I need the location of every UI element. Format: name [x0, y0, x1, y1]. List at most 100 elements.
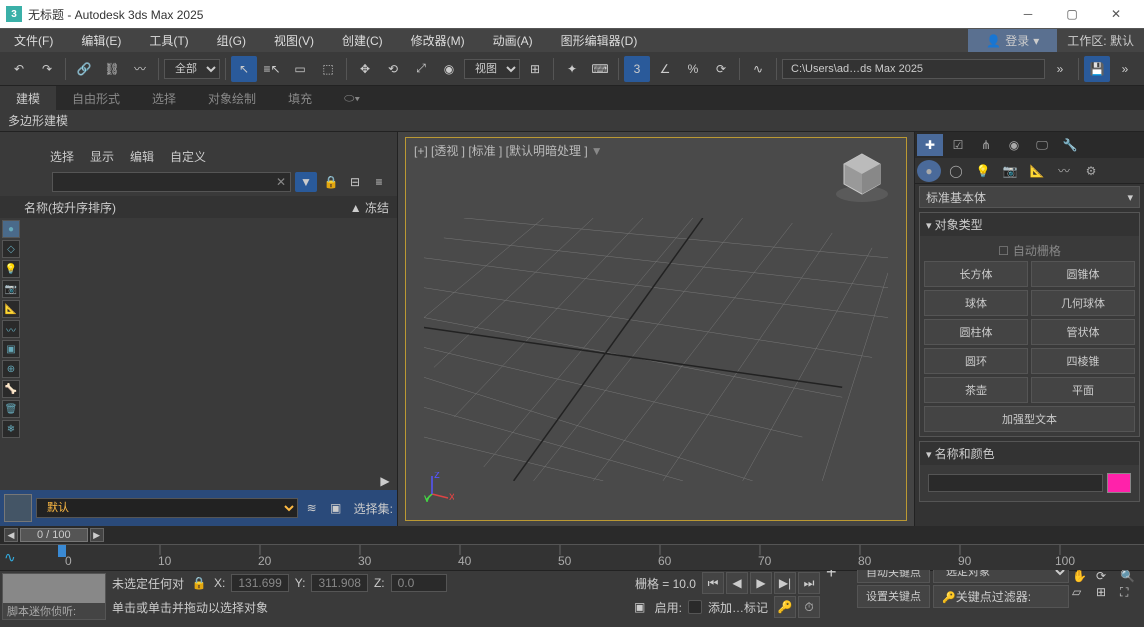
modify-tab[interactable]: ☑	[945, 134, 971, 156]
curve-editor-button[interactable]: ∿	[745, 56, 771, 82]
overflow2-button[interactable]: »	[1112, 56, 1138, 82]
next-frame-button[interactable]: ▶|	[774, 572, 796, 594]
header-freeze-col[interactable]: ▲ 冻结	[350, 199, 389, 216]
select-manipulate-button[interactable]: ✦	[559, 56, 585, 82]
lights-category[interactable]: 💡	[971, 160, 995, 182]
goto-start-button[interactable]: ⏮	[702, 572, 724, 594]
select-by-name-button[interactable]: ≡↖	[259, 56, 285, 82]
se-menu-custom[interactable]: 自定义	[170, 148, 206, 165]
scene-search-input[interactable]: ✕	[52, 172, 291, 192]
viewcube[interactable]	[832, 148, 892, 204]
goto-end-button[interactable]: ⏭	[798, 572, 820, 594]
snap-toggle-button[interactable]: 3	[624, 56, 650, 82]
geosphere-button[interactable]: 几何球体	[1031, 290, 1135, 316]
overflow-button[interactable]: »	[1047, 56, 1073, 82]
select-scale-button[interactable]: ⤢	[408, 56, 434, 82]
menu-view[interactable]: 视图(V)	[260, 29, 328, 52]
minimize-button[interactable]: ─	[1006, 0, 1050, 28]
object-name-input[interactable]	[928, 474, 1103, 492]
menu-animation[interactable]: 动画(A)	[479, 29, 547, 52]
key-filters-button[interactable]: 🔑关键点过滤器:	[933, 585, 1069, 608]
autogrid-checkbox[interactable]: ☐自动栅格	[924, 240, 1135, 261]
polygon-modeling-label[interactable]: 多边形建模	[8, 112, 68, 129]
enable-checkbox[interactable]	[688, 600, 702, 614]
primitive-type-select[interactable]: 标准基本体▾	[919, 186, 1140, 208]
object-type-header[interactable]: ▾ 对象类型	[920, 213, 1139, 236]
save-button[interactable]: 💾	[1084, 56, 1110, 82]
rect-select-region-button[interactable]: ▭	[287, 56, 313, 82]
viewport-label[interactable]: [+] [透视 ] [标准 ] [默认明暗处理 ] ▼	[414, 142, 603, 159]
set-key-mode-button[interactable]: 设置关键点	[857, 585, 930, 608]
layer-props-button[interactable]: ≋	[302, 498, 322, 518]
filter-bones-icon[interactable]: 🦴	[2, 380, 20, 398]
angle-snap-button[interactable]: ∠	[652, 56, 678, 82]
window-crossing-button[interactable]: ⬚	[315, 56, 341, 82]
ribbon-toggle[interactable]: ⬭▾	[328, 86, 376, 110]
nav-maximize-button[interactable]: ⛶	[1120, 585, 1142, 600]
add-time-tag[interactable]: 添加…标记	[708, 599, 768, 616]
filter-helpers-icon[interactable]: 📐	[2, 300, 20, 318]
selection-filter[interactable]: 全部	[164, 59, 220, 79]
clear-search-icon[interactable]: ✕	[272, 175, 290, 189]
motion-tab[interactable]: ◉	[1001, 134, 1027, 156]
time-slider-handle[interactable]: 0 / 100	[20, 528, 88, 542]
use-pivot-center-button[interactable]: ⊞	[522, 56, 548, 82]
perspective-viewport[interactable]: [+] [透视 ] [标准 ] [默认明暗处理 ] ▼ xyz	[405, 137, 907, 521]
prev-frame-button[interactable]: ◀	[726, 572, 748, 594]
unlink-button[interactable]: ⛓	[99, 56, 125, 82]
percent-snap-button[interactable]: %	[680, 56, 706, 82]
filter-icon[interactable]: ▼	[591, 144, 603, 158]
se-menu-select[interactable]: 选择	[50, 148, 74, 165]
name-color-header[interactable]: ▾ 名称和颜色	[920, 442, 1139, 465]
layer-select[interactable]: 默认	[36, 498, 298, 518]
filter-cameras-icon[interactable]: 📷	[2, 280, 20, 298]
se-menu-display[interactable]: 显示	[90, 148, 114, 165]
lock-selection-button[interactable]: 🔒	[190, 574, 208, 592]
menu-create[interactable]: 创建(C)	[328, 29, 397, 52]
scene-tree[interactable]	[22, 218, 397, 472]
tube-button[interactable]: 管状体	[1031, 319, 1135, 345]
filter-spacewarps-icon[interactable]: 〰	[2, 320, 20, 338]
filter-shapes-icon[interactable]: ◇	[2, 240, 20, 258]
maximize-button[interactable]: ▢	[1050, 0, 1094, 28]
x-coord[interactable]: 131.699	[231, 574, 288, 592]
hierarchy-tab[interactable]: ⋔	[973, 134, 999, 156]
systems-category[interactable]: ⚙	[1079, 160, 1103, 182]
filter-containers-icon[interactable]: 🗑	[2, 400, 20, 418]
ribbon-tab-modeling[interactable]: 建模	[0, 86, 56, 110]
maxscript-mini-listener[interactable]: 脚本迷你侦听:	[2, 573, 106, 620]
filter-groups-icon[interactable]: ▣	[2, 340, 20, 358]
curve-icon[interactable]: ∿	[4, 549, 16, 566]
y-coord[interactable]: 311.908	[311, 574, 368, 592]
spinner-snap-button[interactable]: ⟳	[708, 56, 734, 82]
cameras-category[interactable]: 📷	[998, 160, 1022, 182]
cone-button[interactable]: 圆锥体	[1031, 261, 1135, 287]
spacewarps-category[interactable]: 〰	[1052, 160, 1076, 182]
se-menu-edit[interactable]: 编辑	[130, 148, 154, 165]
login-button[interactable]: 👤 登录 ▾	[968, 29, 1057, 52]
link-button[interactable]: 🔗	[71, 56, 97, 82]
track-bar[interactable]: 0102030405060708090100 ∿	[0, 544, 1144, 570]
select-object-button[interactable]: ↖	[231, 56, 257, 82]
filter-lights-icon[interactable]: 💡	[2, 260, 20, 278]
time-slider-right[interactable]: ▶	[90, 528, 104, 542]
isolate-button[interactable]: ▣	[326, 498, 346, 518]
filter-xrefs-icon[interactable]: ⊕	[2, 360, 20, 378]
key-mode-button[interactable]: 🔑	[774, 596, 796, 618]
select-move-button[interactable]: ✥	[352, 56, 378, 82]
sort-button[interactable]: ≡	[369, 172, 389, 192]
torus-button[interactable]: 圆环	[924, 348, 1028, 374]
object-color-swatch[interactable]	[1107, 473, 1131, 493]
display-tab[interactable]: 🖵	[1029, 134, 1055, 156]
workspace-selector[interactable]: 工作区: 默认	[1057, 29, 1144, 52]
menu-edit[interactable]: 编辑(E)	[67, 29, 135, 52]
close-button[interactable]: ✕	[1094, 0, 1138, 28]
menu-file[interactable]: 文件(F)	[0, 29, 67, 52]
ribbon-tab-freeform[interactable]: 自由形式	[56, 86, 136, 110]
select-rotate-button[interactable]: ⟲	[380, 56, 406, 82]
time-slider-left[interactable]: ◀	[4, 528, 18, 542]
lock-button[interactable]: 🔒	[321, 172, 341, 192]
keyboard-shortcut-button[interactable]: ⌨	[587, 56, 613, 82]
teapot-button[interactable]: 茶壶	[924, 377, 1028, 403]
header-name-col[interactable]: 名称(按升序排序)	[24, 199, 350, 216]
